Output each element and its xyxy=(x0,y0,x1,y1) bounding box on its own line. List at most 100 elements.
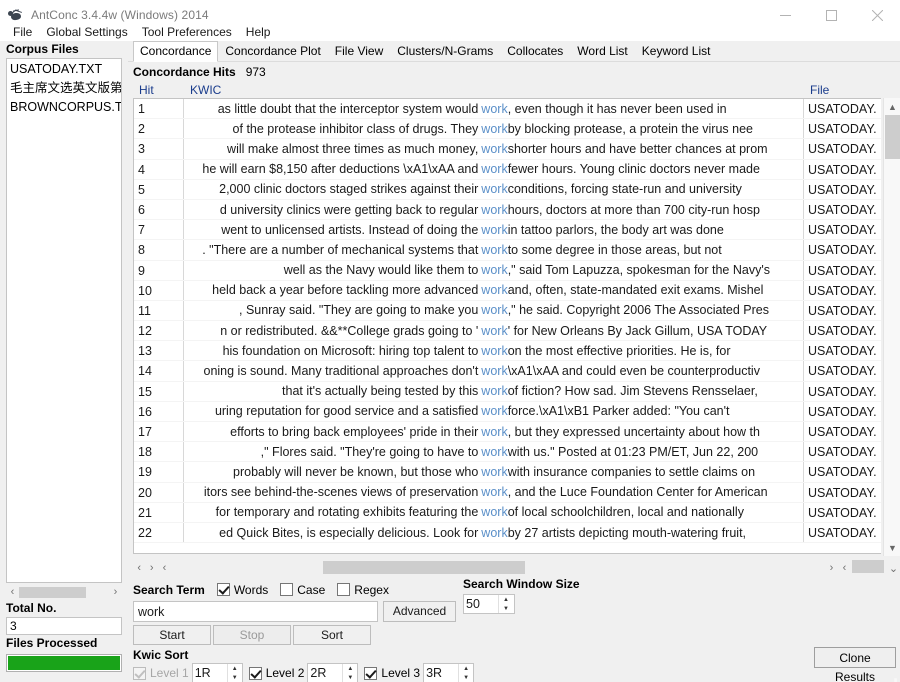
stepper-arrows[interactable]: ▲ ▼ xyxy=(342,664,357,682)
start-button[interactable]: Start xyxy=(133,625,211,645)
scroll-left-icon[interactable]: ‹ xyxy=(838,562,851,574)
table-row[interactable]: 15 that it's actually being tested by thi… xyxy=(134,381,881,402)
kwic-level-1[interactable]: Level 1 ▲ ▼ xyxy=(133,663,243,682)
table-row[interactable]: 16 uring reputation for good service and … xyxy=(134,401,881,422)
column-header-kwic[interactable]: KWIC xyxy=(184,83,804,97)
scrollbar-thumb[interactable] xyxy=(19,587,86,598)
stepper-down-icon[interactable]: ▼ xyxy=(499,604,513,613)
stop-button[interactable]: Stop xyxy=(213,625,291,645)
level1-stepper[interactable]: ▲ ▼ xyxy=(191,663,243,682)
checkbox-words[interactable]: Words xyxy=(216,583,268,597)
tab-keyword-list[interactable]: Keyword List xyxy=(634,41,718,62)
scrollbar-track[interactable] xyxy=(171,560,825,576)
clone-results-button[interactable]: Clone Results xyxy=(814,647,896,682)
scroll-left-icon[interactable]: ‹ xyxy=(6,584,19,600)
scroll-left-icon[interactable]: ‹ xyxy=(158,562,171,574)
column-header-hit[interactable]: Hit xyxy=(133,83,184,97)
scroll-right-icon[interactable]: › xyxy=(109,584,122,600)
menu-item-tool-preferences[interactable]: Tool Preferences xyxy=(135,24,239,40)
tab-collocates[interactable]: Collocates xyxy=(500,41,571,62)
menu-item-global-settings[interactable]: Global Settings xyxy=(39,24,134,40)
table-hscrollbar-group[interactable]: ‹ › ‹ › ‹ › ⌄ xyxy=(133,559,900,577)
stepper-down-icon[interactable]: ▼ xyxy=(228,673,242,682)
stepper-up-icon[interactable]: ▲ xyxy=(499,595,513,604)
menu-item-file[interactable]: File xyxy=(6,24,39,40)
table-row[interactable]: 13 his foundation on Microsoft: hiring to… xyxy=(134,341,881,362)
scroll-up-icon[interactable]: ▲ xyxy=(884,98,900,115)
scroll-right-icon[interactable]: › xyxy=(825,562,838,574)
table-vscrollbar[interactable]: ▲ ▼ xyxy=(883,98,900,556)
advanced-button[interactable]: Advanced xyxy=(383,601,456,622)
table-row[interactable]: 6 d university clinics were getting back … xyxy=(134,199,881,221)
table-row[interactable]: 2 of the protease inhibitor class of drug… xyxy=(134,119,881,140)
corpus-file-list[interactable]: USATODAY.TXT 毛主席文选英文版第一 BROWNCORPUS.TXT xyxy=(6,58,122,583)
stepper-arrows[interactable]: ▲ ▼ xyxy=(226,664,242,682)
search-input[interactable] xyxy=(133,601,378,622)
list-item[interactable]: USATODAY.TXT xyxy=(7,60,121,79)
table-row[interactable]: 18 ," Flores said. "They're going to have… xyxy=(134,442,881,463)
tab-word-list[interactable]: Word List xyxy=(570,41,635,62)
tab-clusters-ngrams[interactable]: Clusters/N-Grams xyxy=(390,41,501,62)
checkbox-case-box[interactable] xyxy=(280,583,294,596)
scroll-down-icon[interactable]: ▼ xyxy=(884,539,900,556)
column-header-file[interactable]: File xyxy=(804,83,884,97)
search-window-size-input[interactable] xyxy=(464,595,498,613)
table-row[interactable]: 19 probably will never be known, but thos… xyxy=(134,462,881,483)
sort-button[interactable]: Sort xyxy=(293,625,371,645)
table-row[interactable]: 17 efforts to bring back employees' pride… xyxy=(134,422,881,443)
stepper-up-icon[interactable]: ▲ xyxy=(228,664,242,673)
table-row[interactable]: 9 well as the Navy would like them to wor… xyxy=(134,260,881,281)
scrollbar-thumb[interactable] xyxy=(852,560,884,573)
table-row[interactable]: 10 held back a year before tackling more … xyxy=(134,280,881,301)
kwic-column-hscrollbar[interactable]: ‹ › xyxy=(158,559,838,577)
table-row[interactable]: 4 he will earn $8,150 after deductions \x… xyxy=(134,159,881,180)
scrollbar-track[interactable] xyxy=(19,585,109,599)
file-column-hscrollbar[interactable]: ‹ › ⌄ xyxy=(838,559,900,577)
table-row[interactable]: 3 will make almost three times as much mo… xyxy=(134,139,881,160)
list-item[interactable]: 毛主席文选英文版第一 xyxy=(7,79,121,98)
stepper-arrows[interactable]: ▲ ▼ xyxy=(458,664,473,682)
hit-column-hscrollbar[interactable]: ‹ › xyxy=(133,559,158,577)
level1-input[interactable] xyxy=(192,664,227,682)
level3-stepper[interactable]: ▲ ▼ xyxy=(423,663,475,682)
checkbox-level2-box[interactable] xyxy=(248,666,262,680)
table-body[interactable]: 1 as little doubt that the interceptor sy… xyxy=(133,98,881,554)
search-window-size-stepper[interactable]: ▲ ▼ xyxy=(463,594,515,614)
table-row[interactable]: 1 as little doubt that the interceptor sy… xyxy=(134,99,881,120)
tab-concordance[interactable]: Concordance xyxy=(133,41,219,62)
corpus-list-hscrollbar[interactable]: ‹ › xyxy=(6,584,122,600)
stepper-down-icon[interactable]: ▼ xyxy=(343,673,357,682)
table-row[interactable]: 5 2,000 clinic doctors staged strikes aga… xyxy=(134,179,881,200)
table-row[interactable]: 14 oning is sound. Many traditional appro… xyxy=(134,361,881,382)
checkbox-level3-box[interactable] xyxy=(364,666,378,680)
stepper-up-icon[interactable]: ▲ xyxy=(343,664,357,673)
table-row[interactable]: 21 for temporary and rotating exhibits fe… xyxy=(134,502,881,523)
scroll-down-icon[interactable]: ⌄ xyxy=(887,562,900,575)
checkbox-regex[interactable]: Regex xyxy=(337,583,389,597)
stepper-down-icon[interactable]: ▼ xyxy=(459,673,473,682)
stepper-up-icon[interactable]: ▲ xyxy=(459,664,473,673)
tab-concordance-plot[interactable]: Concordance Plot xyxy=(218,41,328,62)
tab-file-view[interactable]: File View xyxy=(327,41,391,62)
checkbox-case[interactable]: Case xyxy=(280,583,325,597)
stepper-arrows[interactable]: ▲ ▼ xyxy=(498,595,513,613)
table-row[interactable]: 8 . "There are a number of mechanical sys… xyxy=(134,240,881,261)
kwic-level-2[interactable]: Level 2 ▲ ▼ xyxy=(248,663,359,682)
table-row[interactable]: 12 n or redistributed. &&**College grads … xyxy=(134,321,881,342)
scrollbar-track[interactable] xyxy=(884,115,900,539)
table-row[interactable]: 7 went to unlicensed artists. Instead of … xyxy=(134,220,881,241)
table-row[interactable]: 20 itors see behind-the-scenes views of p… xyxy=(134,482,881,503)
scrollbar-thumb[interactable] xyxy=(323,561,525,574)
level2-input[interactable] xyxy=(308,664,343,682)
scrollbar-thumb[interactable] xyxy=(885,115,900,159)
list-item[interactable]: BROWNCORPUS.TXT xyxy=(7,98,121,117)
level2-stepper[interactable]: ▲ ▼ xyxy=(307,663,359,682)
level3-input[interactable] xyxy=(424,664,459,682)
menu-item-help[interactable]: Help xyxy=(239,24,278,40)
table-row[interactable]: 11 , Sunray said. "They are going to make… xyxy=(134,300,881,322)
checkbox-regex-box[interactable] xyxy=(337,583,351,596)
scroll-left-icon[interactable]: ‹ xyxy=(133,562,146,574)
scroll-right-icon[interactable]: › xyxy=(146,562,159,574)
checkbox-words-box[interactable] xyxy=(216,583,230,596)
kwic-level-3[interactable]: Level 3 ▲ ▼ xyxy=(364,663,475,682)
